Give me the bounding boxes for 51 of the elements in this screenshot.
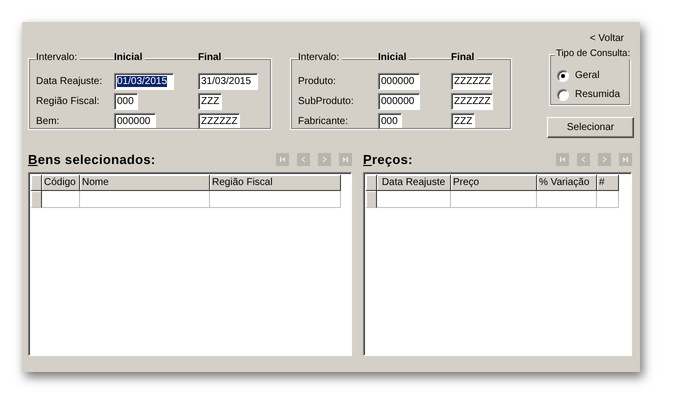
column-header[interactable]: Data Reajuste bbox=[377, 175, 451, 191]
table-cell[interactable] bbox=[42, 191, 80, 208]
column-label: Inicial bbox=[114, 52, 146, 63]
group-title: Tipo de Consulta: bbox=[555, 48, 632, 59]
radio-label[interactable]: Geral bbox=[575, 70, 600, 81]
input-field[interactable]: ZZZZZZ bbox=[451, 72, 493, 90]
column-label: Final bbox=[198, 52, 224, 63]
radio-label[interactable]: Resumida bbox=[575, 89, 620, 100]
table-cell[interactable] bbox=[377, 191, 451, 208]
input-field[interactable]: 000 bbox=[378, 112, 402, 130]
field-label: Produto: bbox=[298, 76, 337, 86]
back-link[interactable]: < Voltar bbox=[590, 30, 634, 48]
input-field[interactable]: 01/03/2015 bbox=[114, 72, 174, 90]
field-label: Bem: bbox=[36, 116, 60, 126]
row-header-corner bbox=[31, 175, 42, 191]
table-cell[interactable] bbox=[210, 191, 341, 208]
input-field[interactable]: ZZZ bbox=[451, 112, 475, 130]
column-header[interactable]: # bbox=[597, 175, 619, 191]
table-cell[interactable] bbox=[451, 191, 537, 208]
select-button[interactable]: Selecionar bbox=[547, 117, 634, 138]
input-field[interactable]: 000000 bbox=[378, 92, 420, 110]
input-field[interactable]: 000000 bbox=[114, 112, 156, 130]
column-header[interactable]: Região Fiscal bbox=[210, 175, 341, 191]
input-field[interactable]: ZZZZZZ bbox=[198, 112, 240, 130]
column-header[interactable]: Preço bbox=[451, 175, 537, 191]
column-label: Inicial bbox=[378, 52, 410, 63]
field-label: Região Fiscal: bbox=[36, 96, 100, 106]
table-cell[interactable] bbox=[597, 191, 619, 208]
field-label: SubProduto: bbox=[298, 96, 355, 106]
field-label: Fabricante: bbox=[298, 116, 350, 126]
input-field[interactable]: 31/03/2015 bbox=[198, 72, 258, 90]
input-field[interactable]: 000000 bbox=[378, 72, 420, 90]
section-title: Bens selecionados: bbox=[28, 152, 156, 166]
radio-button[interactable] bbox=[557, 70, 569, 82]
column-label: Intervalo: bbox=[36, 52, 80, 63]
column-header[interactable]: Código bbox=[42, 175, 80, 191]
field-label: Data Reajuste: bbox=[36, 76, 104, 86]
input-field[interactable]: ZZZ bbox=[198, 92, 222, 110]
row-indicator[interactable] bbox=[366, 191, 377, 208]
row-indicator[interactable] bbox=[31, 191, 42, 208]
row-header-corner bbox=[366, 175, 377, 191]
column-label: Final bbox=[451, 52, 478, 63]
column-header[interactable]: Nome bbox=[80, 175, 210, 191]
column-label: Intervalo: bbox=[298, 52, 342, 63]
table-cell[interactable] bbox=[537, 191, 597, 208]
table-cell[interactable] bbox=[80, 191, 210, 208]
section-title: Preços: bbox=[363, 152, 413, 166]
radio-button[interactable] bbox=[557, 88, 569, 100]
column-header[interactable]: % Variação bbox=[537, 175, 597, 191]
input-field[interactable]: 000 bbox=[114, 92, 138, 110]
input-field[interactable]: ZZZZZZ bbox=[451, 92, 493, 110]
